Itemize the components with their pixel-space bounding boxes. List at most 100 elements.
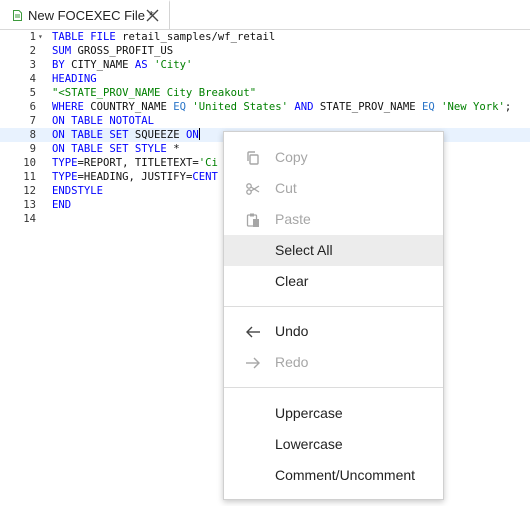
code-text: TYPE=REPORT, TITLETEXT='Ci [52, 156, 218, 170]
code-text: "<STATE_PROV_NAME City Breakout" [52, 86, 256, 100]
menu-item-clear[interactable]: Clear [224, 266, 443, 297]
code-line[interactable]: 1 ▾ TABLE FILE retail_samples/wf_retail [0, 30, 530, 44]
code-line[interactable]: 2 SUM GROSS_PROFIT_US [0, 44, 530, 58]
code-token: ENDSTYLE [52, 185, 104, 197]
line-number: 8 [29, 129, 36, 141]
menu-item-undo[interactable]: Undo [224, 316, 443, 347]
code-line[interactable]: 6 WHERE COUNTRY_NAME EQ 'United States' A… [0, 100, 530, 114]
code-token: 'New York' [441, 101, 505, 113]
menu-item-label: Comment/Uncomment [275, 467, 416, 483]
file-icon [13, 10, 22, 21]
tab-label: New FOCEXEC File * [28, 8, 154, 23]
menu-separator [224, 306, 443, 307]
code-token: "<STATE_PROV_NAME City Breakout" [52, 87, 257, 99]
line-number: 10 [23, 157, 36, 169]
line-number: 14 [23, 213, 36, 225]
code-token: EQ [173, 101, 193, 113]
line-number: 12 [23, 185, 36, 197]
code-text: HEADING [52, 72, 97, 86]
menu-item-label: Uppercase [275, 405, 343, 421]
menu-item-lowercase[interactable]: Lowercase [224, 429, 443, 460]
code-token: STATE_PROV_NAME [319, 101, 422, 113]
code-token: HEADING [52, 73, 97, 85]
code-text: ENDSTYLE [52, 184, 103, 198]
line-number: 7 [29, 115, 36, 127]
menu-item-paste[interactable]: Paste [224, 204, 443, 235]
tab-new-focexec-file[interactable]: New FOCEXEC File * [0, 0, 170, 29]
menu-item-label: Select All [275, 242, 333, 258]
line-number: 13 [23, 199, 36, 211]
code-token: TABLE FILE [52, 31, 123, 43]
menu-item-redo[interactable]: Redo [224, 347, 443, 378]
code-token: EQ [421, 101, 442, 113]
code-token: ON TABLE SET STYLE [52, 143, 174, 155]
code-token: CENT [192, 171, 218, 183]
line-number: 11 [23, 171, 36, 183]
menu-item-label: Copy [275, 149, 308, 165]
code-line[interactable]: 3 BY CITY_NAME AS 'City' [0, 58, 530, 72]
scissors-icon [246, 183, 260, 195]
line-number: 4 [29, 73, 36, 85]
line-number: 1 [29, 31, 36, 43]
line-number: 2 [29, 45, 36, 57]
paste-icon [246, 213, 259, 227]
code-token: GROSS_PROFIT_US [77, 45, 174, 57]
line-number: 6 [29, 101, 36, 113]
code-token: SQUEEZE [134, 129, 186, 141]
code-text: BY CITY_NAME AS 'City' [52, 58, 192, 72]
menu-item-label: Undo [275, 323, 309, 339]
menu-item-label: Cut [275, 180, 297, 196]
code-text: TYPE=HEADING, JUSTIFY=CENT [52, 170, 218, 184]
code-token: ON TABLE SET [52, 129, 135, 141]
text-cursor [198, 128, 200, 140]
line-number: 3 [29, 59, 36, 71]
context-menu: Copy Cut Paste Select All Clear Undo Red… [223, 131, 444, 500]
close-icon[interactable] [146, 9, 159, 22]
arrow-right-icon [246, 357, 260, 369]
menu-item-copy[interactable]: Copy [224, 142, 443, 173]
code-token: 'Ci [198, 157, 218, 169]
code-token: END [52, 199, 72, 211]
line-number: 9 [29, 143, 36, 155]
menu-item-cut[interactable]: Cut [224, 173, 443, 204]
arrow-left-icon [246, 326, 260, 338]
code-text: END [52, 198, 71, 212]
editor-tab-bar: New FOCEXEC File * [0, 0, 530, 30]
code-token: retail_samples/wf_retail [122, 31, 276, 43]
code-line[interactable]: 5 "<STATE_PROV_NAME City Breakout" [0, 86, 530, 100]
menu-item-uppercase[interactable]: Uppercase [224, 398, 443, 429]
code-token: 'United States' [192, 101, 295, 113]
code-token: * [173, 143, 180, 155]
code-token: COUNTRY_NAME [90, 101, 174, 113]
code-text: ON TABLE SET SQUEEZE ON [52, 128, 200, 142]
code-token: TYPE [52, 171, 78, 183]
menu-separator [224, 387, 443, 388]
code-token: ; [504, 101, 512, 113]
code-token: AS [134, 59, 155, 71]
code-text: TABLE FILE retail_samples/wf_retail [52, 30, 275, 44]
fold-arrow-icon[interactable]: ▾ [38, 30, 43, 44]
code-token: AND [294, 101, 320, 113]
line-number: 5 [29, 87, 36, 99]
code-text: SUM GROSS_PROFIT_US [52, 44, 173, 58]
code-line[interactable]: 4 HEADING [0, 72, 530, 86]
menu-item-label: Lowercase [275, 436, 343, 452]
code-text: WHERE COUNTRY_NAME EQ 'United States' AN… [52, 100, 511, 114]
menu-item-comment-uncomment[interactable]: Comment/Uncomment [224, 460, 443, 491]
copy-icon [247, 151, 259, 165]
menu-item-select-all[interactable]: Select All [224, 235, 443, 266]
code-token: =HEADING, JUSTIFY= [77, 171, 193, 183]
menu-item-label: Paste [275, 211, 311, 227]
code-line[interactable]: 7 ON TABLE NOTOTAL [0, 114, 530, 128]
menu-item-label: Clear [275, 273, 309, 289]
code-token: WHERE [52, 101, 91, 113]
code-token: ON TABLE NOTOTAL [52, 115, 155, 127]
code-token: ON [185, 129, 199, 141]
code-token: CITY_NAME [71, 59, 135, 71]
code-token: =REPORT, TITLETEXT= [77, 157, 199, 169]
code-token: TYPE [52, 157, 78, 169]
code-text: ON TABLE SET STYLE * [52, 142, 180, 156]
code-token: BY [52, 59, 72, 71]
menu-item-label: Redo [275, 354, 309, 370]
code-token: SUM [52, 45, 78, 57]
